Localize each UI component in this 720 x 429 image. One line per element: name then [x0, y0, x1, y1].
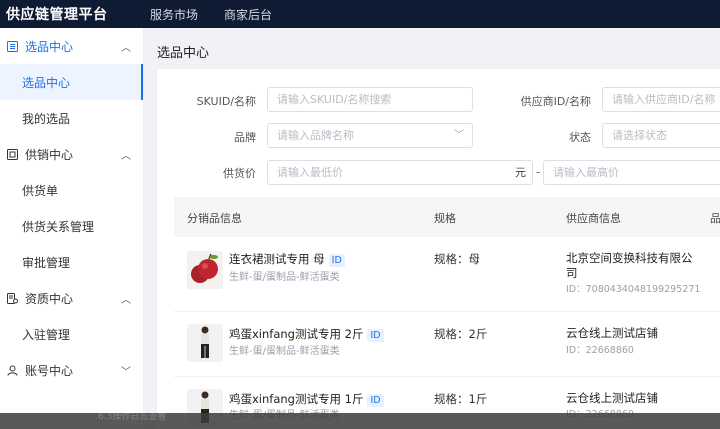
skuid-input[interactable]: 请输入SKUID/名称搜索: [267, 87, 473, 112]
supplier-input[interactable]: 请输入供应商ID/名称: [602, 87, 720, 112]
supplier-label: 供应商ID/名称: [520, 95, 591, 108]
product-name-text: 鸡蛋xinfang测试专用 2斤: [229, 327, 364, 341]
price-label: 供货价: [223, 167, 256, 180]
max-price-input[interactable]: 请输入最高价: [543, 160, 720, 185]
sidebar-item-onboarding[interactable]: 入驻管理: [0, 316, 143, 352]
sidebar-item-supply-relation[interactable]: 供货关系管理: [0, 208, 143, 244]
min-price-input[interactable]: 请输入最低价 元: [267, 160, 533, 185]
skuid-placeholder: 请输入SKUID/名称搜索: [277, 93, 392, 106]
supplier-name-line1: 北京空间变换科技有限公: [566, 251, 693, 265]
supplier-name: 云仓线上测试店铺: [566, 391, 658, 405]
supplier-id: ID：7080434048199295271: [566, 284, 701, 295]
price-separator: -: [536, 165, 541, 179]
max-price-placeholder: 请输入最高价: [553, 166, 619, 179]
chevron-up-icon: ︿: [121, 43, 131, 54]
footer-ghost-text: 6.3操作日志查看: [98, 412, 167, 422]
header-supplier-info: 供应商信息: [566, 212, 621, 225]
brand-select[interactable]: 请输入品牌名称 ﹀: [267, 123, 473, 148]
sidebar-group-account[interactable]: 账号中心 ﹀: [0, 352, 143, 388]
sidebar-group-label: 选品中心: [25, 39, 74, 54]
price-unit: 元: [515, 166, 526, 179]
supplier-id: ID：22668860: [566, 345, 634, 356]
table-header: 分销品信息 规格 供应商信息 品: [174, 197, 720, 237]
min-price-placeholder: 请输入最低价: [277, 166, 343, 179]
chevron-down-icon: ﹀: [121, 367, 131, 378]
sidebar-group-label: 供销中心: [25, 147, 74, 162]
nav-merchant-backend[interactable]: 商家后台: [224, 6, 272, 23]
product-name-text: 连衣裙测试专用 母: [229, 252, 325, 266]
supplier-name: 云仓线上测试店铺: [566, 326, 658, 340]
product-thumbnail: [187, 251, 223, 289]
sidebar-group-supply[interactable]: 供销中心 ︿: [0, 136, 143, 172]
product-category: 生鲜-蛋/蛋制品-鲜活蛋类: [229, 346, 340, 357]
sidebar: 选品中心 ︿ 选品中心 我的选品 供销中心 ︿ 供货单 供货关系管理 审批管理 …: [0, 28, 144, 429]
product-spec: 规格：母: [434, 252, 480, 266]
sidebar-item-supply-order[interactable]: 供货单: [0, 172, 143, 208]
user-icon: [6, 364, 18, 376]
status-placeholder: 请选择状态: [612, 129, 667, 142]
product-name-text: 鸡蛋xinfang测试专用 1斤: [229, 392, 364, 406]
table-row[interactable]: 鸡蛋xinfang测试专用 2斤 ID 生鲜-蛋/蛋制品-鲜活蛋类 规格：2斤 云…: [174, 312, 720, 377]
header-product-info: 分销品信息: [187, 212, 242, 225]
table-row[interactable]: 连衣裙测试专用 母 ID 生鲜-蛋/蛋制品-鲜活蛋类 规格：母 北京空间变换科技有…: [174, 237, 720, 312]
id-tag[interactable]: ID: [367, 394, 384, 407]
id-tag[interactable]: ID: [367, 329, 384, 342]
page-title: 选品中心: [157, 46, 210, 61]
product-name[interactable]: 鸡蛋xinfang测试专用 2斤 ID: [229, 326, 384, 342]
chevron-up-icon: ︿: [121, 151, 131, 162]
id-tag[interactable]: ID: [328, 254, 345, 267]
sidebar-group-label: 资质中心: [25, 291, 74, 306]
product-name[interactable]: 连衣裙测试专用 母 ID: [229, 251, 345, 267]
status-select[interactable]: 请选择状态: [602, 123, 720, 148]
supplier-placeholder: 请输入供应商ID/名称: [612, 93, 716, 106]
sidebar-item-approval[interactable]: 审批管理: [0, 244, 143, 280]
sidebar-group-qualification[interactable]: 资质中心 ︿: [0, 280, 143, 316]
skuid-label: SKUID/名称: [196, 95, 256, 108]
content-card: SKUID/名称 请输入SKUID/名称搜索 供应商ID/名称 请输入供应商ID…: [157, 69, 720, 429]
sidebar-item-my-selection[interactable]: 我的选品: [0, 100, 143, 136]
product-category: 生鲜-蛋/蛋制品-鲜活蛋类: [229, 272, 340, 283]
header-spec: 规格: [434, 212, 456, 225]
product-thumbnail: [187, 324, 223, 362]
chevron-up-icon: ︿: [121, 295, 131, 306]
nav-service-market[interactable]: 服务市场: [150, 6, 198, 23]
brand-placeholder: 请输入品牌名称: [277, 129, 354, 142]
status-label: 状态: [569, 131, 591, 144]
app-title: 供应链管理平台: [6, 7, 108, 23]
top-bar: 供应链管理平台 服务市场 商家后台: [0, 0, 720, 28]
header-truncated: 品: [710, 212, 720, 225]
product-spec: 规格：2斤: [434, 327, 488, 341]
product-spec: 规格：1斤: [434, 392, 488, 406]
brand-label: 品牌: [234, 131, 256, 144]
sidebar-group-selection[interactable]: 选品中心 ︿: [0, 28, 143, 64]
supplier-name: 北京空间变换科技有限公 司: [566, 251, 693, 281]
supplier-name-line2: 司: [566, 266, 578, 280]
sidebar-group-label: 账号中心: [25, 363, 74, 378]
sidebar-item-selection-center[interactable]: 选品中心: [0, 64, 143, 100]
product-name[interactable]: 鸡蛋xinfang测试专用 1斤 ID: [229, 391, 384, 407]
chevron-down-icon: ﹀: [454, 130, 464, 141]
list-icon: [6, 40, 18, 52]
document-icon: [6, 148, 18, 160]
certificate-icon: [6, 292, 18, 304]
